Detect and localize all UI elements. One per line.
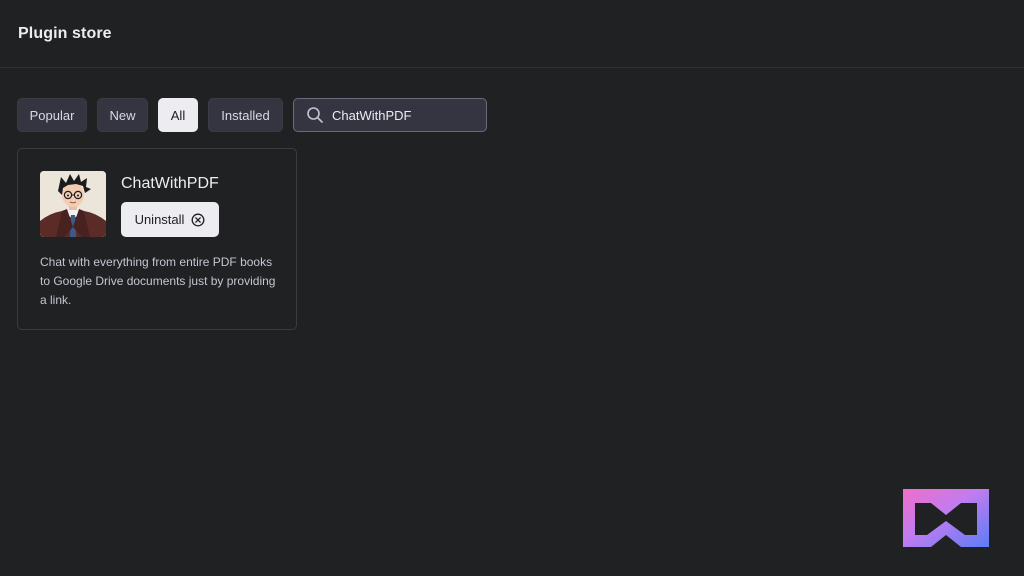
avatar-illustration: [40, 171, 106, 237]
filter-installed-button[interactable]: Installed: [208, 98, 283, 132]
plugin-description: Chat with everything from entire PDF boo…: [40, 255, 276, 307]
plugin-card: ChatWithPDF Uninstall Chat with everythi…: [17, 148, 297, 330]
header: Plugin store: [0, 0, 1024, 68]
filter-all-button[interactable]: All: [158, 98, 198, 132]
uninstall-button[interactable]: Uninstall: [121, 202, 219, 237]
uninstall-label: Uninstall: [134, 212, 185, 227]
page-title: Plugin store: [18, 25, 112, 42]
plugin-avatar: [40, 171, 106, 237]
search-icon: [307, 107, 323, 123]
circle-x-icon: [191, 213, 205, 226]
search-input[interactable]: [332, 107, 482, 123]
brand-logo-icon: [903, 489, 989, 547]
filter-popular-button[interactable]: Popular: [17, 98, 87, 132]
search-box[interactable]: [293, 98, 487, 132]
filter-new-button[interactable]: New: [97, 98, 148, 132]
plugin-name: ChatWithPDF: [121, 175, 219, 192]
